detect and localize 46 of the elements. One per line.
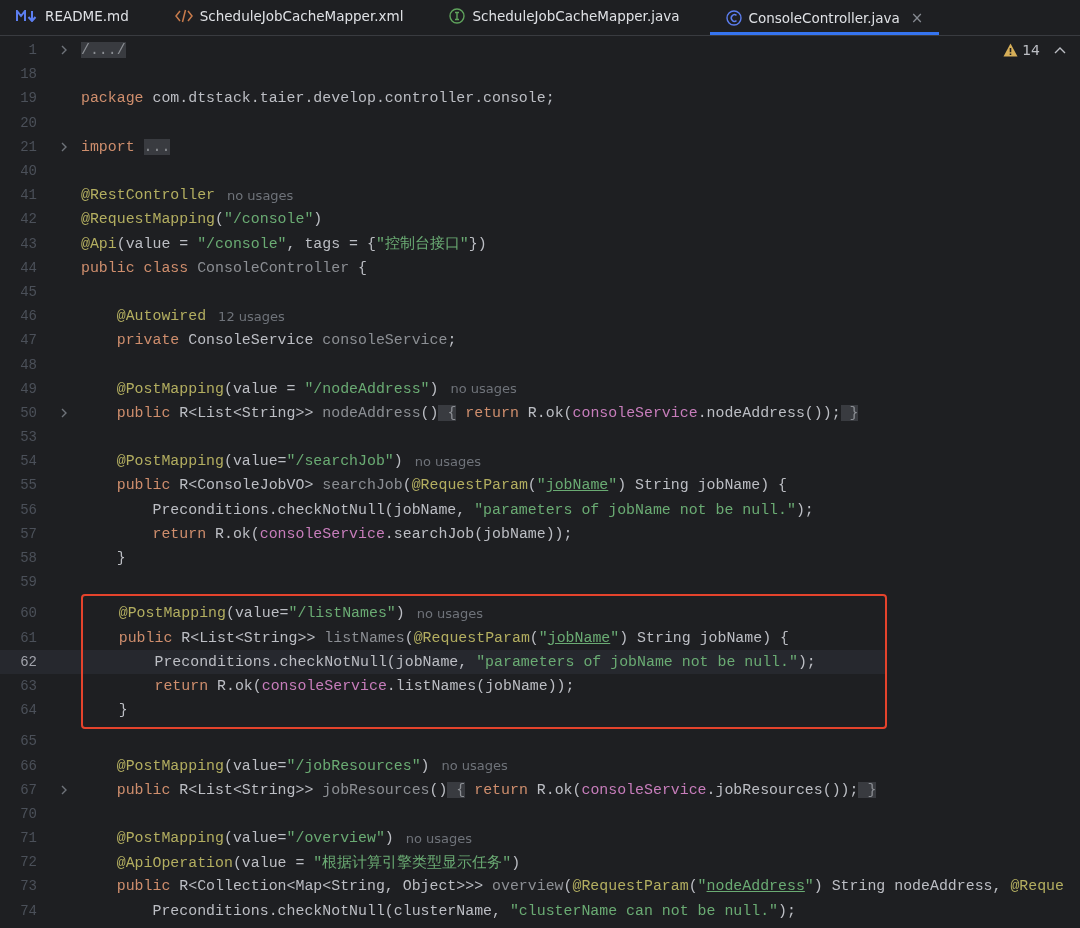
code-line: } xyxy=(117,702,128,719)
code-icon xyxy=(174,9,193,23)
usage-hint[interactable]: no usages xyxy=(405,830,473,846)
code-line: @PostMapping(value="/searchJob") xyxy=(115,453,403,470)
code-line: Preconditions.checkNotNull(jobName, "parameters of jobName not be null."); xyxy=(151,501,814,518)
warning-count[interactable]: 14 xyxy=(1003,42,1040,58)
code-line: public R<List<String>> nodeAddress() { return R.ok(consoleService.nodeAddress()); } xyxy=(115,404,859,421)
usage-hint[interactable]: no usages xyxy=(416,605,484,621)
usage-hint[interactable]: no usages xyxy=(441,758,508,774)
usage-hint[interactable]: no usages xyxy=(414,453,482,469)
interface-icon xyxy=(449,8,466,24)
warning-icon xyxy=(1003,43,1019,57)
usage-hint[interactable]: no usages xyxy=(227,187,294,203)
code-line: return R.ok(consoleService.listNames(jobName)); xyxy=(153,677,575,694)
code-line: public R<List<String>> jobResources() { return R.ok(consoleService.jobResources()); } xyxy=(115,781,877,798)
code-line: import ... xyxy=(81,138,171,155)
code-line: private ConsoleService consoleService; xyxy=(115,332,457,349)
code-line: @Api(value = "/console", tags = {"控制台接口"}) xyxy=(81,234,487,254)
editor-tab[interactable]: ConsoleController.java × xyxy=(709,0,940,35)
usage-hint[interactable]: no usages xyxy=(450,381,517,397)
close-button[interactable]: × xyxy=(906,8,924,27)
line-number: 62 xyxy=(19,653,37,670)
code-line: Preconditions.checkNotNull(clusterName, "clusterName can not be null."); xyxy=(151,902,796,919)
class-icon xyxy=(725,9,742,26)
code-line: @ApiOperation(value = "根据计算引擎类型显示任务") xyxy=(115,853,521,872)
code-line: public class ConsoleController { xyxy=(81,259,367,276)
code-line: Preconditions.checkNotNull(jobName, "parameters of jobName not be null."); xyxy=(153,653,816,670)
code-line: @PostMapping(value="/jobResources") xyxy=(115,757,430,774)
code-line: package com.dtstack.taier.develop.controller.console; xyxy=(81,90,555,107)
code-line: @PostMapping(value = "/nodeAddress") xyxy=(115,380,439,397)
editor-tab[interactable]: README.md xyxy=(0,0,145,35)
code-line: public R<Collection<Map<String, Object>>> overview(@RequestParam("nodeAddress") String nodeAddress, @Reque xyxy=(115,878,1064,895)
editor-tab[interactable]: ScheduleJobCacheMapper.xml xyxy=(158,0,420,35)
code-line: } xyxy=(115,550,126,567)
code-line: return R.ok(consoleService.searchJob(jobName)); xyxy=(151,525,573,542)
usage-hint[interactable]: 12 usages xyxy=(218,308,285,324)
code-line: public R<List<String>> listNames(@RequestParam("jobName") String jobName) { xyxy=(117,629,789,646)
code-line: @RequestMapping("/console") xyxy=(81,211,323,228)
markdown-icon xyxy=(16,10,38,22)
code-line: @RestController xyxy=(81,187,216,204)
editor-tab[interactable]: ScheduleJobCacheMapper.java xyxy=(433,0,696,35)
code-line: @Autowired xyxy=(115,308,207,325)
code-line: @PostMapping(value="/listNames") xyxy=(117,605,405,622)
chevron-up-icon[interactable] xyxy=(1054,46,1066,54)
code-line: public R<ConsoleJobVO> searchJob(@RequestParam("jobName") String jobName) { xyxy=(115,477,787,494)
code-line: @PostMapping(value="/overview") xyxy=(115,830,394,847)
